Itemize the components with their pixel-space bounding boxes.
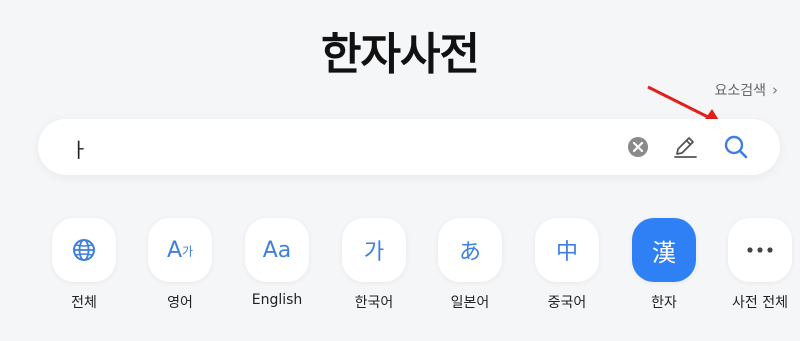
search-icon — [724, 135, 748, 159]
icon-letter: A — [166, 237, 182, 263]
category-korean-tile: 가 — [342, 218, 406, 282]
clear-button[interactable] — [624, 133, 652, 161]
category-all-tile — [52, 218, 116, 282]
category-label: 영어 — [167, 295, 193, 311]
pencil-icon — [674, 137, 697, 158]
category-chinese-tile: 中 — [535, 218, 599, 282]
category-korean[interactable]: 가 한국어 — [328, 218, 420, 312]
english-icon: Aa — [262, 237, 292, 263]
globe-icon — [73, 239, 95, 261]
category-english-tile: Aa — [245, 218, 309, 282]
category-label: English — [251, 292, 303, 308]
hanja-icon: 漢 — [652, 238, 676, 267]
category-all[interactable]: 전체 — [38, 218, 130, 312]
search-bar — [38, 119, 780, 175]
category-label: 한자 — [651, 295, 677, 311]
category-english-dict-tile: A가 — [148, 218, 212, 282]
more-dots-icon — [747, 247, 773, 253]
category-bar: 전체 A가 영어 Aa English 가 한국어 あ 일본어 中 중국어 漢 — [38, 218, 792, 328]
category-chinese[interactable]: 中 중국어 — [521, 218, 613, 312]
category-label: 한국어 — [354, 295, 394, 311]
category-japanese[interactable]: あ 일본어 — [424, 218, 516, 312]
category-all-dictionaries[interactable]: 사전 전체 — [714, 218, 800, 312]
category-japanese-tile: あ — [438, 218, 502, 282]
clear-icon — [628, 137, 648, 157]
category-all-dictionaries-tile — [728, 218, 792, 282]
search-button[interactable] — [722, 133, 750, 161]
search-input[interactable] — [68, 133, 592, 163]
category-hanja-tile: 漢 — [632, 218, 696, 282]
japanese-icon: あ — [458, 240, 481, 265]
category-hanja[interactable]: 漢 한자 — [618, 218, 710, 312]
category-english[interactable]: Aa English — [231, 218, 323, 308]
icon-sub-letter: 가 — [182, 244, 194, 258]
category-english-dict[interactable]: A가 영어 — [134, 218, 226, 312]
chevron-right-icon: › — [772, 81, 778, 99]
category-label: 사전 전체 — [732, 295, 788, 311]
english-dict-icon: A가 — [167, 238, 193, 263]
korean-icon: 가 — [363, 240, 385, 265]
category-label: 전체 — [71, 295, 97, 311]
handwriting-button[interactable] — [671, 133, 699, 161]
chinese-icon: 中 — [555, 240, 578, 265]
category-label: 중국어 — [547, 295, 587, 311]
category-label: 일본어 — [450, 295, 490, 311]
page-title: 한자사전 — [321, 29, 480, 80]
